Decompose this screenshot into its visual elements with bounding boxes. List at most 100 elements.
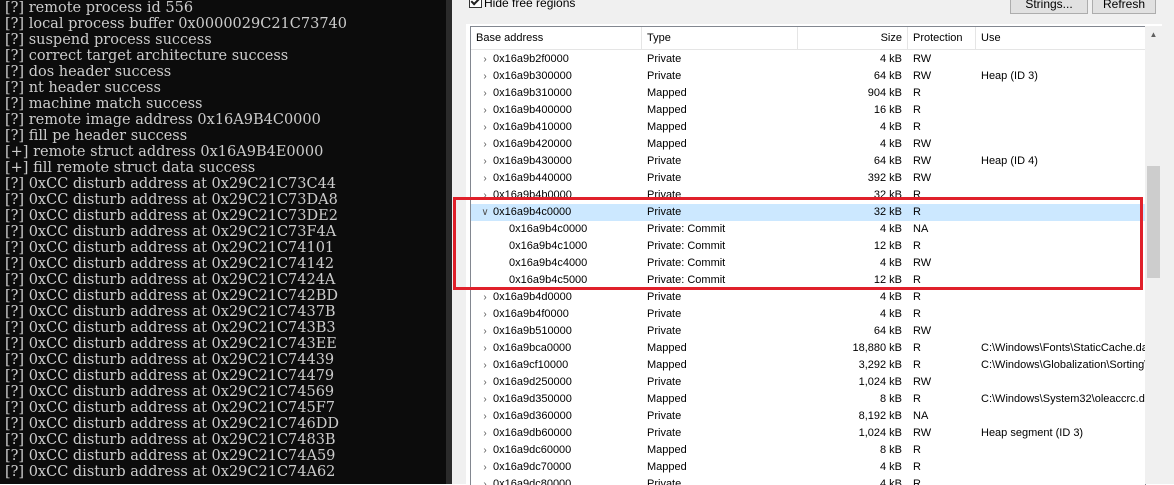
table-row[interactable]: › 0x16a9b300000 Private 64 kB RW Heap (ID 3) bbox=[471, 68, 1145, 85]
table-row[interactable]: › 0x16a9d350000 Mapped 8 kB R C:\Windows\Syst… bbox=[471, 391, 1145, 408]
column-header-use[interactable]: Use bbox=[976, 27, 1145, 49]
cell-base-address: 0x16a9d360000 bbox=[493, 410, 572, 422]
column-header-base-address[interactable]: Base address bbox=[471, 27, 642, 49]
cell-use: C:\Windows\Globalization\Sorting\ bbox=[981, 359, 1145, 371]
chevron-right-icon[interactable]: › bbox=[480, 153, 490, 170]
console-line: [?] 0xCC disturb address at 0x29C21C743E… bbox=[5, 336, 337, 352]
cell-protection: R bbox=[913, 359, 921, 371]
cell-type: Mapped bbox=[647, 444, 687, 456]
chevron-right-icon[interactable]: › bbox=[480, 51, 490, 68]
table-row[interactable]: › 0x16a9b4d0000 Private 4 kB R bbox=[471, 289, 1145, 306]
hide-free-regions-checkbox[interactable] bbox=[469, 0, 482, 8]
cell-use bbox=[981, 136, 1145, 153]
cell-size: 16 kB bbox=[873, 104, 902, 116]
cell-type: Private bbox=[647, 427, 682, 439]
cell-protection: R bbox=[913, 342, 921, 354]
cell-protection: R bbox=[913, 461, 921, 473]
cell-use bbox=[981, 119, 1145, 136]
chevron-right-icon[interactable]: › bbox=[480, 289, 490, 306]
cell-type: Private bbox=[647, 155, 682, 167]
chevron-right-icon[interactable]: › bbox=[480, 408, 490, 425]
table-row[interactable]: › 0x16a9dc60000 Mapped 8 kB R bbox=[471, 442, 1145, 459]
chevron-right-icon[interactable]: › bbox=[480, 68, 490, 85]
cell-size: 8 kB bbox=[879, 444, 902, 456]
console-line: [?] 0xCC disturb address at 0x29C21C73DA… bbox=[5, 192, 338, 208]
chevron-right-icon[interactable]: › bbox=[480, 442, 490, 459]
chevron-right-icon[interactable]: › bbox=[480, 340, 490, 357]
table-row[interactable]: › 0x16a9db60000 Private 1,024 kB RW Heap segm… bbox=[471, 425, 1145, 442]
column-header-type[interactable]: Type bbox=[642, 27, 798, 49]
table-row[interactable]: › 0x16a9b4f0000 Private 4 kB R bbox=[471, 306, 1145, 323]
refresh-button[interactable]: Refresh bbox=[1092, 0, 1156, 14]
cell-type: Mapped bbox=[647, 461, 687, 473]
cell-protection: NA bbox=[913, 410, 929, 422]
cell-type: Private bbox=[647, 53, 682, 65]
cell-base-address: 0x16a9b410000 bbox=[493, 121, 572, 133]
table-row[interactable]: › 0x16a9dc70000 Mapped 4 kB R bbox=[471, 459, 1145, 476]
table-vertical-scrollbar[interactable]: ▲ bbox=[1145, 26, 1162, 484]
cell-protection: RW bbox=[913, 70, 932, 82]
console-line: [?] 0xCC disturb address at 0x29C21C7410… bbox=[5, 240, 335, 256]
column-header-protection[interactable]: Protection bbox=[908, 27, 976, 49]
table-row[interactable]: › 0x16a9b310000 Mapped 904 kB R bbox=[471, 85, 1145, 102]
console-line: [?] remote process id 556 bbox=[5, 0, 194, 16]
cell-base-address: 0x16a9dc70000 bbox=[493, 461, 572, 473]
scroll-up-arrow-icon[interactable]: ▲ bbox=[1145, 26, 1162, 43]
cell-protection: RW bbox=[913, 427, 932, 439]
console-line: [?] 0xCC disturb address at 0x29C21C746D… bbox=[5, 416, 339, 432]
console-line: [?] 0xCC disturb address at 0x29C21C73DE… bbox=[5, 208, 338, 224]
cell-use bbox=[981, 170, 1145, 187]
cell-size: 4 kB bbox=[879, 291, 902, 303]
table-row[interactable]: › 0x16a9b410000 Mapped 4 kB R bbox=[471, 119, 1145, 136]
chevron-right-icon[interactable]: › bbox=[480, 323, 490, 340]
cell-size: 3,292 kB bbox=[858, 359, 902, 371]
table-row[interactable]: › 0x16a9b400000 Mapped 16 kB R bbox=[471, 102, 1145, 119]
table-row[interactable]: › 0x16a9cf10000 Mapped 3,292 kB R C:\Windows\… bbox=[471, 357, 1145, 374]
chevron-right-icon[interactable]: › bbox=[480, 374, 490, 391]
cell-base-address: 0x16a9b300000 bbox=[493, 70, 572, 82]
cell-use bbox=[981, 408, 1145, 425]
console-line: [?] 0xCC disturb address at 0x29C21C74A6… bbox=[5, 464, 336, 480]
chevron-right-icon[interactable]: › bbox=[480, 459, 490, 476]
cell-protection: RW bbox=[913, 155, 932, 167]
cell-use: Heap segment (ID 3) bbox=[981, 427, 1084, 439]
chevron-right-icon[interactable]: › bbox=[480, 391, 490, 408]
chevron-right-icon[interactable]: › bbox=[480, 170, 490, 187]
cell-protection: R bbox=[913, 308, 921, 320]
scrollbar-thumb[interactable] bbox=[1147, 166, 1160, 278]
hide-free-regions-label: Hide free regions bbox=[484, 0, 576, 10]
console-line: [?] 0xCC disturb address at 0x29C21C73C4… bbox=[5, 176, 337, 192]
table-row[interactable]: › 0x16a9b420000 Mapped 4 kB RW bbox=[471, 136, 1145, 153]
console-line: [?] local process buffer 0x0000029C21C73… bbox=[5, 16, 348, 32]
cell-use bbox=[981, 374, 1145, 391]
strings-button[interactable]: Strings... bbox=[1010, 0, 1088, 14]
console-line: [?] 0xCC disturb address at 0x29C21C7414… bbox=[5, 256, 335, 272]
console-window: [?] remote process id 556 [?] local proce… bbox=[0, 0, 446, 484]
table-row[interactable]: › 0x16a9d250000 Private 1,024 kB RW bbox=[471, 374, 1145, 391]
chevron-right-icon[interactable]: › bbox=[480, 306, 490, 323]
table-row[interactable]: › 0x16a9b430000 Private 64 kB RW Heap (ID 4) bbox=[471, 153, 1145, 170]
chevron-right-icon[interactable]: › bbox=[480, 357, 490, 374]
chevron-right-icon[interactable]: › bbox=[480, 85, 490, 102]
column-header-size[interactable]: Size bbox=[798, 27, 908, 49]
cell-protection: R bbox=[913, 87, 921, 99]
cell-type: Private bbox=[647, 70, 682, 82]
cell-use bbox=[981, 102, 1145, 119]
chevron-right-icon[interactable]: › bbox=[480, 425, 490, 442]
table-row[interactable]: › 0x16a9b440000 Private 392 kB RW bbox=[471, 170, 1145, 187]
cell-base-address: 0x16a9b4d0000 bbox=[493, 291, 572, 303]
console-line: [?] 0xCC disturb address at 0x29C21C742B… bbox=[5, 288, 338, 304]
table-row[interactable]: › 0x16a9b2f0000 Private 4 kB RW bbox=[471, 51, 1145, 68]
cell-type: Mapped bbox=[647, 138, 687, 150]
table-row[interactable]: › 0x16a9d360000 Private 8,192 kB NA bbox=[471, 408, 1145, 425]
chevron-right-icon[interactable]: › bbox=[480, 102, 490, 119]
table-row[interactable]: › 0x16a9bca0000 Mapped 18,880 kB R C:\Windows… bbox=[471, 340, 1145, 357]
cell-size: 1,024 kB bbox=[858, 427, 902, 439]
cell-base-address: 0x16a9b2f0000 bbox=[493, 53, 569, 65]
chevron-right-icon[interactable]: › bbox=[480, 136, 490, 153]
cell-type: Mapped bbox=[647, 393, 687, 405]
console-line: [?] 0xCC disturb address at 0x29C21C7483… bbox=[5, 432, 336, 448]
cell-base-address: 0x16a9d350000 bbox=[493, 393, 572, 405]
chevron-right-icon[interactable]: › bbox=[480, 119, 490, 136]
table-row[interactable]: › 0x16a9b510000 Private 64 kB RW bbox=[471, 323, 1145, 340]
